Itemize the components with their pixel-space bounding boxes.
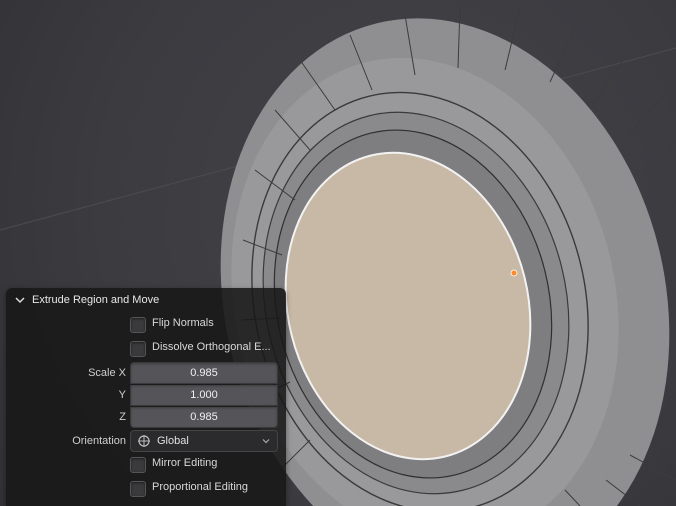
orientation-value: Global — [157, 435, 189, 447]
scale-y-field[interactable]: 1.000 — [130, 385, 278, 406]
dissolve-checkbox[interactable] — [130, 341, 146, 357]
operator-panel: Extrude Region and Move Flip Normals Dis… — [6, 288, 286, 506]
flip-normals-label: Flip Normals — [152, 317, 214, 333]
panel-title: Extrude Region and Move — [32, 294, 159, 306]
proportional-editing-label: Proportional Editing — [152, 481, 248, 497]
mirror-editing-label: Mirror Editing — [152, 457, 217, 473]
chevron-down-icon — [14, 294, 26, 306]
scale-x-label: Scale X — [14, 367, 130, 379]
scale-x-field[interactable]: 0.985 — [130, 362, 278, 384]
orientation-icon — [137, 434, 151, 448]
orientation-label: Orientation — [14, 435, 130, 447]
scale-z-label: Z — [14, 411, 130, 423]
dropdown-caret-icon — [261, 436, 271, 446]
panel-header[interactable]: Extrude Region and Move — [6, 288, 286, 312]
scale-y-label: Y — [14, 389, 130, 401]
proportional-editing-checkbox[interactable] — [130, 481, 146, 497]
flip-normals-checkbox[interactable] — [130, 317, 146, 333]
orientation-dropdown[interactable]: Global — [130, 430, 278, 452]
scale-z-field[interactable]: 0.985 — [130, 407, 278, 428]
mirror-editing-checkbox[interactable] — [130, 457, 146, 473]
dissolve-label: Dissolve Orthogonal E... — [152, 341, 271, 357]
